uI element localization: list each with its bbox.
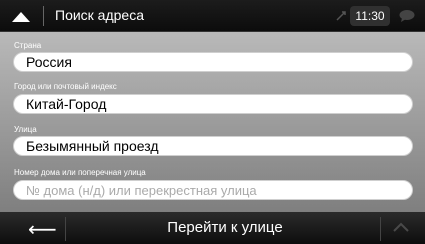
street-label: Улица [14, 125, 37, 134]
page-title: Поиск адреса [55, 7, 144, 23]
divider [380, 217, 381, 241]
bottom-bar: ⟵ Перейти к улице [0, 212, 425, 244]
house-input[interactable]: № дома (н/д) или перекрестная улица [13, 180, 413, 200]
street-input[interactable]: Безымянный проезд [13, 136, 413, 156]
go-to-street-button[interactable]: Перейти к улице [80, 212, 370, 244]
top-bar: Поиск адреса 11:30 [0, 0, 425, 32]
address-form: Страна Россия Город или почтовый индекс … [0, 32, 425, 212]
chevron-up-icon[interactable] [392, 221, 410, 233]
divider [65, 217, 66, 241]
back-icon[interactable] [12, 12, 30, 22]
gps-icon [336, 11, 346, 21]
city-input[interactable]: Китай-Город [13, 94, 413, 114]
house-label: Номер дома или поперечная улица [14, 168, 146, 177]
country-label: Страна [14, 41, 42, 50]
back-arrow-icon[interactable]: ⟵ [28, 217, 57, 242]
divider [43, 6, 44, 26]
city-label: Город или почтовый индекс [14, 82, 117, 91]
country-input[interactable]: Россия [13, 52, 413, 72]
message-icon[interactable] [399, 10, 415, 22]
clock: 11:30 [350, 6, 390, 26]
